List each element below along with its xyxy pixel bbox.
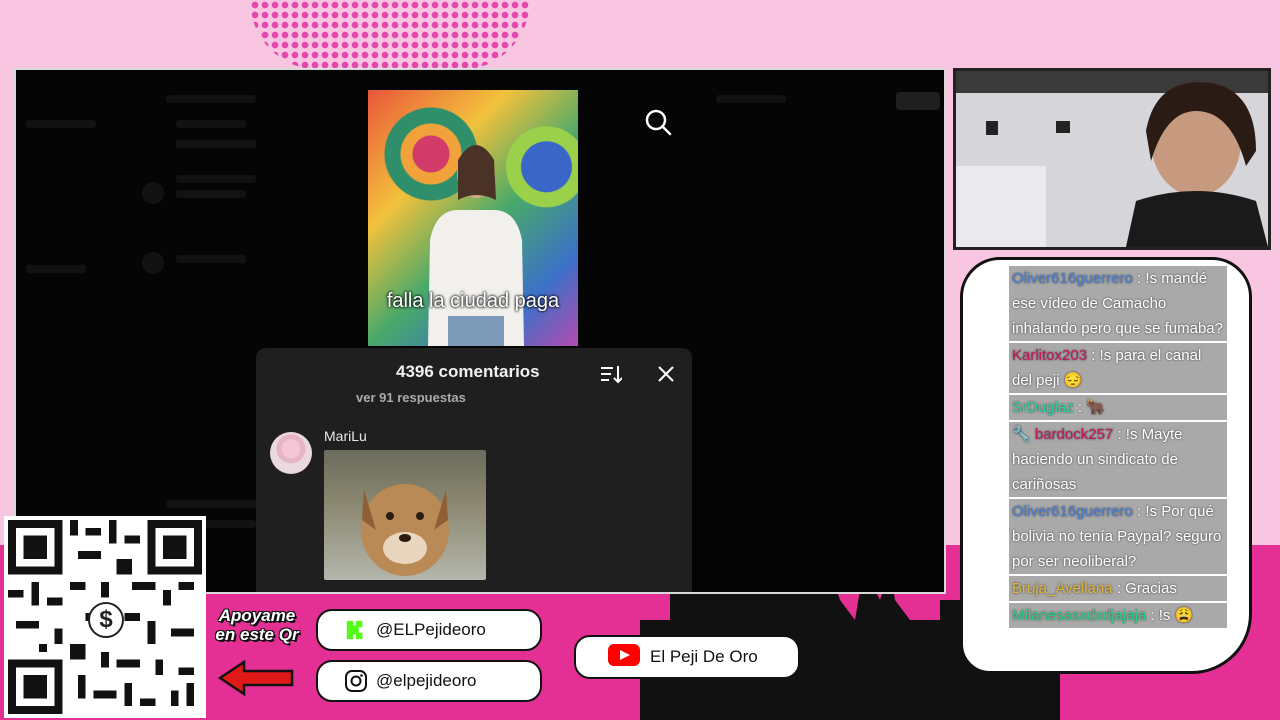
avatar[interactable] bbox=[270, 432, 312, 474]
chat-username: bardock257 bbox=[1034, 426, 1114, 443]
presenter-figure bbox=[428, 145, 524, 346]
moderator-badge-icon: 🔧 bbox=[1012, 426, 1031, 443]
chat-username: Karlitox203 bbox=[1012, 347, 1088, 364]
kick-link[interactable]: @ELPejideoro bbox=[316, 609, 542, 651]
view-replies-link[interactable]: ver 91 respuestas bbox=[356, 390, 466, 404]
comments-title: 4396 comentarios bbox=[396, 362, 540, 381]
arrow-left-icon bbox=[218, 660, 294, 696]
chat-message: SrDuglaz : 🐂 bbox=[1009, 395, 1227, 420]
comment-dog-image bbox=[324, 450, 486, 580]
close-icon[interactable] bbox=[656, 364, 676, 384]
support-text: Apoyame en este Qr bbox=[215, 606, 299, 644]
chat-username: Milanesasxdxdjajaja bbox=[1012, 607, 1147, 624]
chat-message: Karlitox203 : !s para el canal del peji … bbox=[1009, 343, 1227, 393]
webcam-feed bbox=[953, 68, 1271, 250]
chat-text: : Gracias bbox=[1116, 580, 1177, 597]
chat-text: : 🐂 bbox=[1077, 399, 1105, 416]
zoom-controls[interactable] bbox=[896, 92, 940, 110]
chat-text: : !s 😩 bbox=[1150, 607, 1194, 624]
chat-username: SrDuglaz bbox=[1012, 399, 1074, 416]
chat-list: Oliver616guerrero : !s mandé ese vídeo d… bbox=[1009, 266, 1227, 630]
youtube-icon bbox=[608, 643, 640, 671]
halftone-decoration bbox=[250, 0, 530, 70]
comments-panel: 4396 comentarios ver 91 respuestas MariL… bbox=[256, 348, 692, 592]
youtube-link[interactable]: El Peji De Oro bbox=[574, 635, 800, 679]
chat-message: 🔧 bardock257 : !s Mayte haciendo un sind… bbox=[1009, 422, 1227, 497]
chat-username: Oliver616guerrero bbox=[1012, 503, 1133, 520]
chat-message: Milanesasxdxdjajaja : !s 😩 bbox=[1009, 603, 1227, 628]
chat-username: Bruja_Avellana bbox=[1012, 580, 1113, 597]
youtube-channel-name: El Peji De Oro bbox=[650, 647, 758, 666]
video-caption: falla la ciudad paga bbox=[386, 290, 560, 312]
search-icon[interactable] bbox=[644, 108, 672, 136]
short-video[interactable]: falla la ciudad paga bbox=[368, 90, 578, 346]
sort-icon[interactable] bbox=[600, 364, 622, 384]
donation-qr-code[interactable]: $ bbox=[4, 516, 206, 718]
chat-message: Bruja_Avellana : Gracias bbox=[1009, 576, 1227, 601]
dollar-icon: $ bbox=[88, 602, 124, 638]
chat-message: Oliver616guerrero : !s Por qué bolivia n… bbox=[1009, 499, 1227, 574]
instagram-icon bbox=[344, 669, 368, 693]
instagram-link[interactable]: @elpejideoro bbox=[316, 660, 542, 702]
kick-handle: @ELPejideoro bbox=[376, 620, 486, 639]
kick-icon bbox=[344, 618, 368, 642]
chat-username: Oliver616guerrero bbox=[1012, 270, 1133, 287]
comment-author[interactable]: MariLu bbox=[324, 428, 367, 444]
chat-message: Oliver616guerrero : !s mandé ese vídeo d… bbox=[1009, 266, 1227, 341]
instagram-handle: @elpejideoro bbox=[376, 671, 477, 690]
